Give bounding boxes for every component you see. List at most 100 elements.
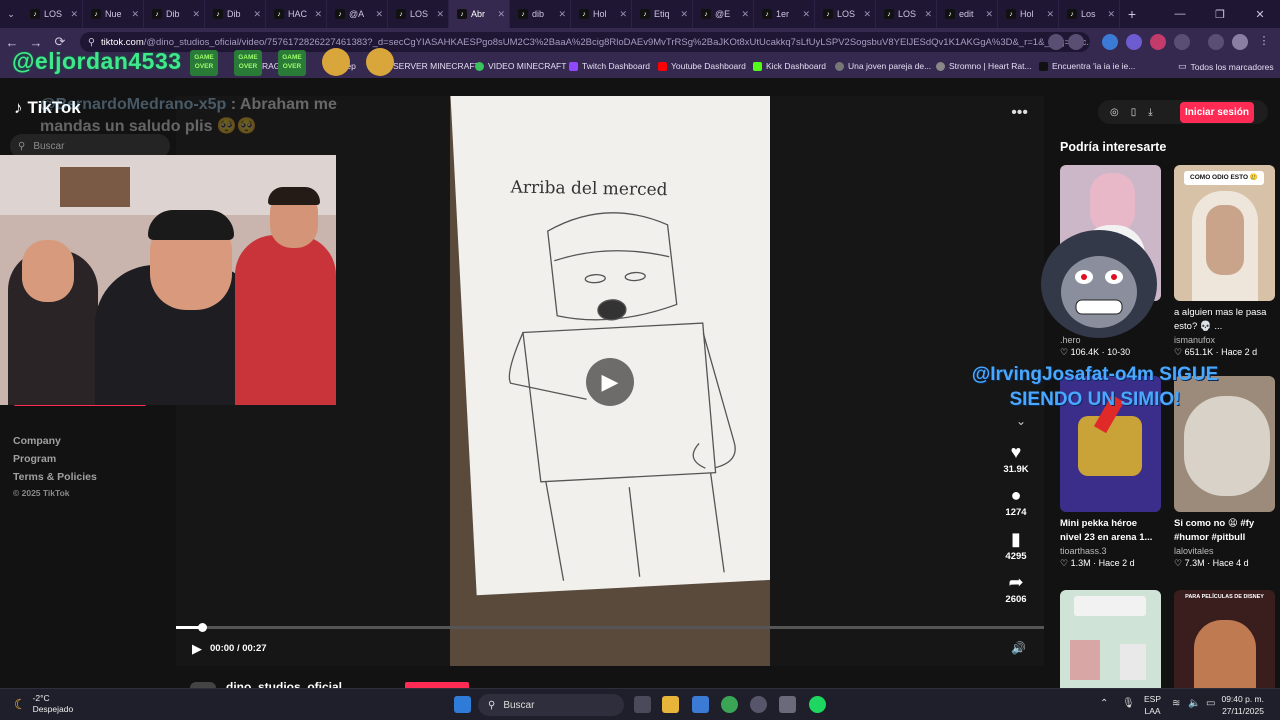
browser-tab[interactable]: ♪ @A ✕ <box>327 0 388 28</box>
browser-tab[interactable]: ♪ HAC ✕ <box>266 0 327 28</box>
more-icon[interactable]: ••• <box>1011 104 1028 122</box>
browser-tab[interactable]: ♪ Hol ✕ <box>998 0 1059 28</box>
browser-tab[interactable]: ♪ @E ✕ <box>693 0 754 28</box>
bookmark-stromno[interactable]: Stromno | Heart Rat... <box>936 61 1032 71</box>
bookmark-joven-pareja[interactable]: Una joven pareja de... <box>835 61 931 71</box>
tray-chevron-icon[interactable]: ⌃ <box>1100 698 1108 709</box>
download-icon[interactable]: ⤓ <box>1148 107 1152 118</box>
extension-icon-2[interactable] <box>1126 34 1142 50</box>
close-icon[interactable]: ✕ <box>863 9 871 20</box>
battery-icon[interactable]: ▭ <box>1206 698 1215 709</box>
like-action[interactable]: ♥ 31.9K <box>1002 442 1030 475</box>
extensions-puzzle-icon[interactable] <box>1174 34 1190 50</box>
card-user[interactable]: lalovitales <box>1174 546 1275 556</box>
language-indicator[interactable]: ESP LAA <box>1144 693 1161 717</box>
close-icon[interactable]: ✕ <box>1107 9 1115 20</box>
extension-icon-1[interactable] <box>1102 34 1118 50</box>
card-user[interactable]: ismanufox <box>1174 335 1275 345</box>
close-icon[interactable]: ✕ <box>1046 9 1054 20</box>
close-window-button[interactable]: ✕ <box>1240 0 1280 28</box>
address-bar[interactable]: ⚲ tiktok.com/@dino_studios_oficial/video… <box>80 32 1090 52</box>
obs-icon[interactable] <box>779 696 796 713</box>
close-icon[interactable]: ✕ <box>558 9 566 20</box>
close-icon[interactable]: ✕ <box>619 9 627 20</box>
tab-search-button[interactable]: ⌄ <box>0 0 22 28</box>
volume-icon[interactable]: 🔊 <box>1011 641 1026 655</box>
windows-icon[interactable] <box>454 696 471 713</box>
bookmark-encuentra[interactable]: Encuentra 'ia ia ie ie... <box>1039 61 1135 71</box>
browser-tab[interactable]: ♪ LOS ✕ <box>876 0 937 28</box>
share-action[interactable]: ➦ 2606 <box>1002 572 1030 605</box>
weather-widget[interactable]: ☾ -2°C Despejado <box>14 693 73 715</box>
wifi-icon[interactable]: ≋ <box>1172 698 1180 709</box>
browser-tab[interactable]: ♪ Hol ✕ <box>571 0 632 28</box>
close-icon[interactable]: ✕ <box>497 9 505 20</box>
chevron-down-icon[interactable]: ⌄ <box>1016 414 1026 428</box>
close-icon[interactable]: ✕ <box>131 9 139 20</box>
file-explorer-icon[interactable] <box>662 696 679 713</box>
compass-icon[interactable]: ◎ <box>1110 107 1119 118</box>
close-icon[interactable]: ✕ <box>192 9 200 20</box>
site-info-icon[interactable]: ⚲ <box>88 37 95 48</box>
bookmark-youtube-dashboard[interactable]: Youtube Dashboard <box>658 61 746 71</box>
comment-action[interactable]: ● 1274 <box>1002 485 1030 518</box>
minimize-button[interactable]: — <box>1160 0 1200 28</box>
recommendation-card[interactable]: PARA PELÍCULAS DE DISNEY <box>1174 590 1275 688</box>
progress-handle[interactable] <box>198 623 208 632</box>
browser-tab[interactable]: ♪ Dib ✕ <box>205 0 266 28</box>
browser-tab[interactable]: ♪ Dib ✕ <box>144 0 205 28</box>
recommendation-card[interactable]: COMO ODIO ESTO 🥲 a alguien mas le pasa e… <box>1174 165 1275 358</box>
close-icon[interactable]: ✕ <box>436 9 444 20</box>
close-icon[interactable]: ✕ <box>924 9 932 20</box>
bookmark-video-minecraft[interactable]: VIDEO MINECRAFT <box>475 61 566 71</box>
extension-icon-3[interactable] <box>1150 34 1166 50</box>
footer-link-company[interactable]: Company <box>13 435 61 447</box>
close-icon[interactable]: ✕ <box>680 9 688 20</box>
bookmark-kick-dashboard[interactable]: Kick Dashboard <box>753 61 826 71</box>
play-button[interactable]: ▶ <box>192 641 202 657</box>
browser-tab[interactable]: ♪ Nue ✕ <box>83 0 144 28</box>
browser-tab[interactable]: ♪ LOS ✕ <box>22 0 83 28</box>
browser-tab[interactable]: ♪ LOS ✕ <box>815 0 876 28</box>
close-icon[interactable]: ✕ <box>741 9 749 20</box>
browser-menu-icon[interactable]: ⋮ <box>1256 34 1272 50</box>
footer-link-terms[interactable]: Terms & Policies <box>13 471 97 483</box>
browser-tab[interactable]: ♪ Abr ✕ <box>449 0 510 28</box>
recommendation-card[interactable] <box>1060 590 1161 688</box>
browser-tab[interactable]: ♪ 1er ✕ <box>754 0 815 28</box>
maximize-button[interactable]: ❐ <box>1200 0 1240 28</box>
login-button[interactable]: Iniciar sesión <box>1180 102 1254 123</box>
speaker-icon[interactable]: 🔈 <box>1188 698 1200 709</box>
close-icon[interactable]: ✕ <box>375 9 383 20</box>
star-bookmark-icon[interactable] <box>1068 34 1084 50</box>
install-app-icon[interactable] <box>1048 34 1064 50</box>
browser-tab[interactable]: ♪ Los ✕ <box>1059 0 1120 28</box>
close-icon[interactable]: ✕ <box>802 9 810 20</box>
media-controls-icon[interactable] <box>1208 34 1224 50</box>
close-icon[interactable]: ✕ <box>253 9 261 20</box>
profile-avatar[interactable] <box>1232 34 1248 50</box>
card-user[interactable]: tioarthass.3 <box>1060 546 1161 556</box>
spotify-icon[interactable] <box>809 696 826 713</box>
footer-link-program[interactable]: Program <box>13 453 56 465</box>
browser-tab[interactable]: ♪ LOS ✕ <box>388 0 449 28</box>
browser-tab[interactable]: ♪ Etiq ✕ <box>632 0 693 28</box>
close-icon[interactable]: ✕ <box>314 9 322 20</box>
author-name[interactable]: dino_studios_oficial <box>226 680 342 688</box>
play-overlay-button[interactable]: ▶ <box>586 358 634 406</box>
taskbar-search[interactable]: ⚲ Buscar <box>478 694 624 716</box>
phone-icon[interactable]: ▯ <box>1131 107 1137 118</box>
all-bookmarks-folder[interactable]: ▭ Todos los marcadores <box>1178 61 1274 72</box>
close-icon[interactable]: ✕ <box>70 9 78 20</box>
browser-tab[interactable]: ♪ edit ✕ <box>937 0 998 28</box>
task-view-icon[interactable] <box>634 696 651 713</box>
save-action[interactable]: ▮ 4295 <box>1002 529 1030 562</box>
system-clock[interactable]: 09:40 p. m. 27/11/2025 <box>1221 693 1264 717</box>
browser-tab[interactable]: ♪ dib ✕ <box>510 0 571 28</box>
new-tab-button[interactable]: + <box>1120 6 1144 22</box>
store-icon[interactable] <box>692 696 709 713</box>
progress-bar[interactable] <box>176 623 1044 632</box>
bookmark-twitch-dashboard[interactable]: Twitch Dashboard <box>569 61 650 71</box>
microphone-icon[interactable]: 🎙 <box>1122 698 1135 709</box>
close-icon[interactable]: ✕ <box>985 9 993 20</box>
